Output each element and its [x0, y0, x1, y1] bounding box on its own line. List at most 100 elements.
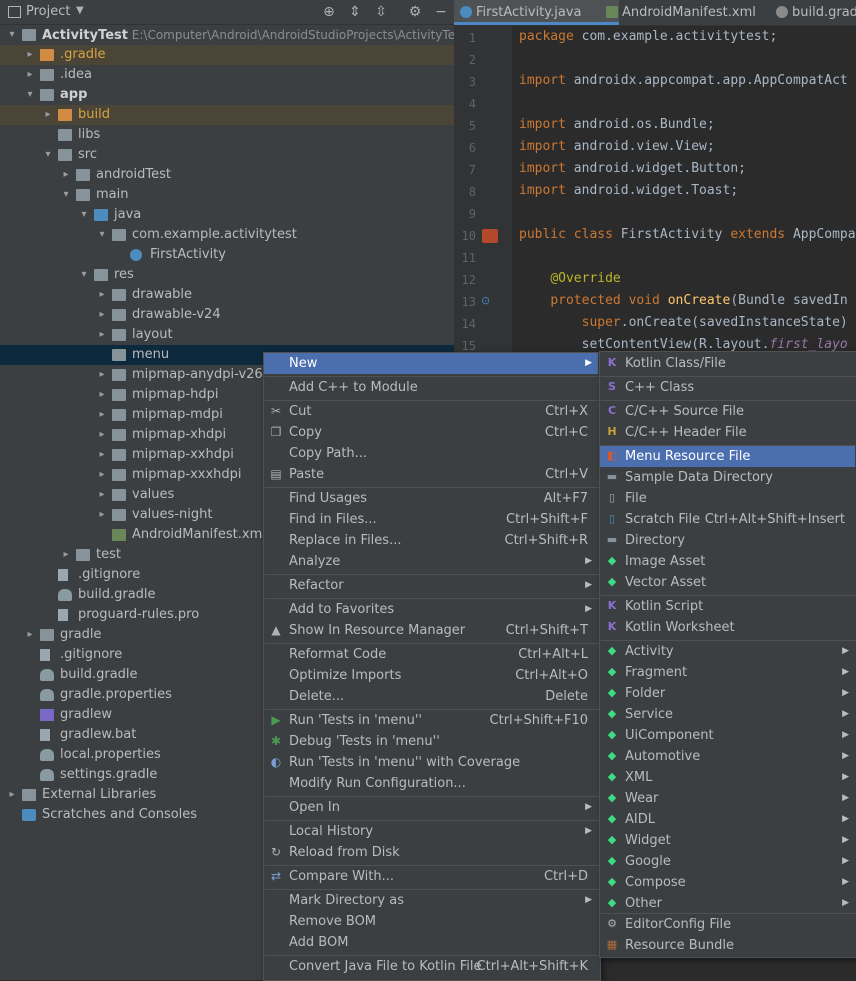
context-menu-item-find-in-files[interactable]: Find in Files... Ctrl+Shift+F: [264, 509, 598, 530]
chevron-right-icon[interactable]: ▸: [24, 45, 36, 65]
chevron-right-icon[interactable]: ▸: [96, 365, 108, 385]
tree-item-androidtest[interactable]: ▸ androidTest: [0, 165, 454, 185]
context-menu-item-local-history[interactable]: Local History ▶: [264, 821, 598, 842]
chevron-right-icon[interactable]: ▸: [60, 545, 72, 565]
project-view-selector[interactable]: Project: [26, 4, 70, 19]
context-menu-item-debug-tests-in-menu[interactable]: ✱ Debug 'Tests in 'menu'': [264, 731, 598, 752]
context-menu-item-add-bom[interactable]: Add BOM: [264, 932, 598, 953]
chevron-right-icon[interactable]: ▸: [96, 305, 108, 325]
tree-item-src[interactable]: ▾ src: [0, 145, 454, 165]
chevron-down-icon[interactable]: ▾: [78, 205, 90, 225]
new-menu-item-activity[interactable]: ◆ Activity ▶: [600, 641, 855, 662]
new-menu-item-editorconfig-file[interactable]: ⚙ EditorConfig File: [600, 914, 855, 935]
chevron-right-icon[interactable]: ▸: [96, 445, 108, 465]
context-menu-item-paste[interactable]: ▤ Paste Ctrl+V: [264, 464, 598, 485]
context-menu-item-cut[interactable]: ✂ Cut Ctrl+X: [264, 401, 598, 422]
new-menu-item-wear[interactable]: ◆ Wear ▶: [600, 788, 855, 809]
chevron-right-icon[interactable]: ▸: [24, 625, 36, 645]
chevron-right-icon[interactable]: ▸: [96, 485, 108, 505]
new-menu-item-file[interactable]: ▯ File: [600, 488, 855, 509]
context-menu-item-analyze[interactable]: Analyze ▶: [264, 551, 598, 572]
context-menu-item-optimize-imports[interactable]: Optimize Imports Ctrl+Alt+O: [264, 665, 598, 686]
chevron-down-icon[interactable]: ▼: [76, 5, 84, 16]
new-menu-item-service[interactable]: ◆ Service ▶: [600, 704, 855, 725]
chevron-right-icon[interactable]: ▸: [60, 165, 72, 185]
chevron-right-icon[interactable]: ▸: [96, 405, 108, 425]
context-menu-item-open-in[interactable]: Open In ▶: [264, 797, 598, 818]
chevron-down-icon[interactable]: ▾: [24, 85, 36, 105]
context-menu-item-remove-bom[interactable]: Remove BOM: [264, 911, 598, 932]
context-menu-item-run-tests-in-menu[interactable]: ▶ Run 'Tests in 'menu'' Ctrl+Shift+F10: [264, 710, 598, 731]
new-menu-item-directory[interactable]: ▬ Directory: [600, 530, 855, 551]
target-icon[interactable]: ⊕: [320, 3, 338, 21]
tree-item-main[interactable]: ▾ main: [0, 185, 454, 205]
new-menu-item-sample-data-directory[interactable]: ▬ Sample Data Directory: [600, 467, 855, 488]
new-menu-item-menu-resource-file[interactable]: ◧ Menu Resource File: [600, 446, 855, 467]
tree-item-java[interactable]: ▾ java: [0, 205, 454, 225]
tab-first-activity[interactable]: FirstActivity.java: [454, 0, 619, 25]
new-menu-item-google[interactable]: ◆ Google ▶: [600, 851, 855, 872]
new-menu-item-scratch-file[interactable]: ▯ Scratch File Ctrl+Alt+Shift+Insert: [600, 509, 855, 530]
tree-item-build[interactable]: ▸ build: [0, 105, 454, 125]
context-menu-item-delete[interactable]: Delete... Delete: [264, 686, 598, 707]
new-menu-item-image-asset[interactable]: ◆ Image Asset: [600, 551, 855, 572]
context-menu-item-show-in-resource-manager[interactable]: ▲ Show In Resource Manager Ctrl+Shift+T: [264, 620, 598, 641]
new-menu-item-aidl[interactable]: ◆ AIDL ▶: [600, 809, 855, 830]
chevron-down-icon[interactable]: ▾: [60, 185, 72, 205]
context-menu-item-mark-directory-as[interactable]: Mark Directory as ▶: [264, 890, 598, 911]
android-class-icon[interactable]: [482, 229, 498, 243]
context-menu-item-run-tests-in-menu-with-coverage[interactable]: ◐ Run 'Tests in 'menu'' with Coverage: [264, 752, 598, 773]
new-menu-item-automotive[interactable]: ◆ Automotive ▶: [600, 746, 855, 767]
context-menu-item-convert-java-file-to-kotlin-file[interactable]: Convert Java File to Kotlin File Ctrl+Alt…: [264, 956, 598, 977]
new-menu-item-c-class[interactable]: S C++ Class: [600, 377, 855, 398]
expand-all-icon[interactable]: ⇕: [346, 3, 364, 21]
chevron-right-icon[interactable]: ▸: [96, 465, 108, 485]
tree-item-drawable-v24[interactable]: ▸ drawable-v24: [0, 305, 454, 325]
tree-item-activitytest[interactable]: ▾ ActivityTest E:\Computer\Android\Androi…: [0, 25, 466, 45]
chevron-right-icon[interactable]: ▸: [42, 105, 54, 125]
context-menu-item-refactor[interactable]: Refactor ▶: [264, 575, 598, 596]
context-menu-item-reformat-code[interactable]: Reformat Code Ctrl+Alt+L: [264, 644, 598, 665]
new-menu-item-widget[interactable]: ◆ Widget ▶: [600, 830, 855, 851]
context-menu-item-add-to-favorites[interactable]: Add to Favorites ▶: [264, 599, 598, 620]
tab-build-gradle[interactable]: build.gradl: [770, 0, 856, 25]
override-marker-icon[interactable]: ⊙: [481, 294, 495, 308]
settings-icon[interactable]: ⚙: [406, 3, 424, 21]
tree-item-com-example-activitytest[interactable]: ▾ com.example.activitytest: [0, 225, 454, 245]
collapse-all-icon[interactable]: ⇳: [372, 3, 390, 21]
new-menu-item-fragment[interactable]: ◆ Fragment ▶: [600, 662, 855, 683]
chevron-right-icon[interactable]: ▸: [96, 425, 108, 445]
tree-item-app[interactable]: ▾ app: [0, 85, 454, 105]
new-menu-item-xml[interactable]: ◆ XML ▶: [600, 767, 855, 788]
context-menu-item-find-usages[interactable]: Find Usages Alt+F7: [264, 488, 598, 509]
context-menu-item-copy-path[interactable]: Copy Path...: [264, 443, 598, 464]
tree-item--idea[interactable]: ▸ .idea: [0, 65, 454, 85]
tree-item-firstactivity[interactable]: FirstActivity: [0, 245, 454, 265]
tree-item-res[interactable]: ▾ res: [0, 265, 454, 285]
new-menu-item-kotlin-worksheet[interactable]: K Kotlin Worksheet: [600, 617, 855, 638]
tree-item--gradle[interactable]: ▸ .gradle: [0, 45, 454, 65]
chevron-right-icon[interactable]: ▸: [24, 65, 36, 85]
tree-item-libs[interactable]: libs: [0, 125, 454, 145]
chevron-down-icon[interactable]: ▾: [42, 145, 54, 165]
context-menu-item-add-c-to-module[interactable]: Add C++ to Module: [264, 377, 598, 398]
chevron-right-icon[interactable]: ▸: [96, 325, 108, 345]
chevron-right-icon[interactable]: ▸: [96, 385, 108, 405]
new-menu-item-other[interactable]: ◆ Other ▶: [600, 893, 855, 914]
minimize-icon[interactable]: −: [432, 3, 450, 21]
new-menu-item-kotlin-script[interactable]: K Kotlin Script: [600, 596, 855, 617]
context-menu-item-new[interactable]: New ▶: [264, 353, 598, 374]
context-menu-item-replace-in-files[interactable]: Replace in Files... Ctrl+Shift+R: [264, 530, 598, 551]
tab-android-manifest[interactable]: AndroidManifest.xml: [600, 0, 787, 25]
chevron-down-icon[interactable]: ▾: [78, 265, 90, 285]
tree-item-layout[interactable]: ▸ layout: [0, 325, 454, 345]
new-menu-item-compose[interactable]: ◆ Compose ▶: [600, 872, 855, 893]
new-menu-item-folder[interactable]: ◆ Folder ▶: [600, 683, 855, 704]
chevron-down-icon[interactable]: ▾: [96, 225, 108, 245]
new-menu-item-kotlin-class-file[interactable]: K Kotlin Class/File: [600, 353, 855, 374]
tree-item-drawable[interactable]: ▸ drawable: [0, 285, 454, 305]
context-menu-item-modify-run-configuration[interactable]: Modify Run Configuration...: [264, 773, 598, 794]
context-menu-item-compare-with[interactable]: ⇄ Compare With... Ctrl+D: [264, 866, 598, 887]
new-menu-item-uicomponent[interactable]: ◆ UiComponent ▶: [600, 725, 855, 746]
chevron-right-icon[interactable]: ▸: [6, 785, 18, 805]
